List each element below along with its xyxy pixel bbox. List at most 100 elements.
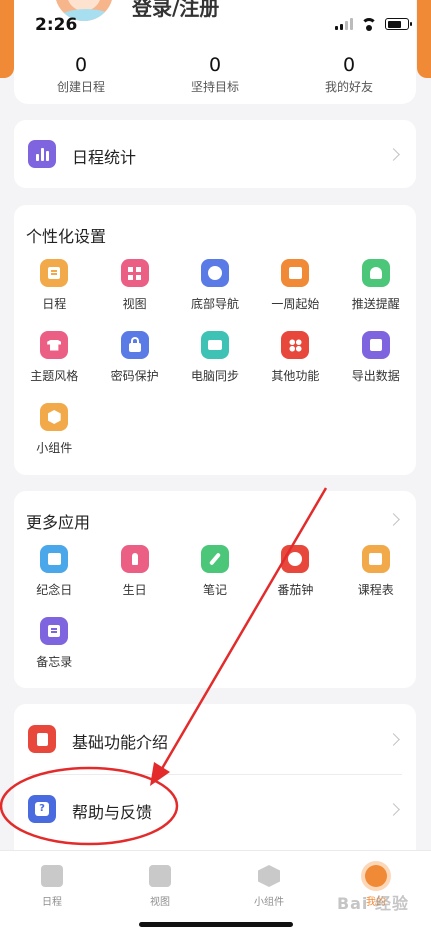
wifi-icon <box>361 18 377 31</box>
grid-item-shirt[interactable]: 主题风格 <box>14 331 94 393</box>
grid-item-label: 电脑同步 <box>190 369 239 383</box>
grid-item-schedule[interactable]: 日程 <box>14 259 94 321</box>
personalization-grid: 日程 视图 底部导航 一周起始 推送提醒主题风格 密码保护 电脑同步 其他功能 导出数据小组件 <box>14 259 416 465</box>
tab-view[interactable]: 视图 <box>130 865 190 908</box>
grid-item-compass[interactable]: 底部导航 <box>175 259 255 321</box>
grid-item-widget[interactable]: 小组件 <box>14 403 94 465</box>
help-feedback-label: 帮助与反馈 <box>72 803 153 822</box>
more-apps-section: 更多应用 纪念日 生日 笔记 番茄钟 课程表备忘录 <box>14 491 416 688</box>
grid-item-bell[interactable]: 推送提醒 <box>336 259 416 321</box>
grid-item-label: 小组件 <box>36 441 73 455</box>
stat-value: 0 <box>342 54 356 76</box>
grid-item-label: 视图 <box>122 297 147 311</box>
stat-label: 创建日程 <box>56 80 105 94</box>
grid-item-calendar[interactable]: 一周起始 <box>255 259 335 321</box>
tab-label: 日程 <box>42 897 62 908</box>
chevron-right-icon <box>387 148 400 161</box>
grid-item-label: 推送提醒 <box>351 297 400 311</box>
chevron-right-icon <box>387 733 400 746</box>
grid-icon <box>120 259 149 287</box>
battery-icon <box>385 18 412 30</box>
stat-label: 坚持目标 <box>190 80 239 94</box>
signal-icon <box>335 18 353 30</box>
widget-icon <box>40 403 69 431</box>
export-icon <box>361 331 390 359</box>
compass-icon <box>200 259 229 287</box>
bar-chart-icon <box>28 140 56 168</box>
candle-icon <box>120 545 149 573</box>
memo-icon <box>40 617 69 645</box>
smile-icon <box>365 865 387 887</box>
pen-icon <box>200 545 229 573</box>
document-icon <box>28 725 56 753</box>
stat-created-schedules[interactable]: 0 创建日程 <box>14 54 148 95</box>
tab-label: 小组件 <box>254 897 284 908</box>
grid-item-label: 生日 <box>122 583 147 597</box>
schedule-stats-row[interactable]: 日程统计 <box>14 120 416 188</box>
tab-label: 视图 <box>150 897 170 908</box>
grid-item-label: 密码保护 <box>110 369 159 383</box>
grid-item-label: 日程 <box>42 297 67 311</box>
grid-item-export[interactable]: 导出数据 <box>336 331 416 393</box>
watermark-logo: Bai 经验 <box>336 894 409 913</box>
grid-item-lock[interactable]: 密码保护 <box>94 331 174 393</box>
help-feedback-row[interactable]: ? 帮助与反馈 <box>14 774 416 844</box>
help-section: 基础功能介绍 ? 帮助与反馈 <box>14 704 416 850</box>
stat-friends[interactable]: 0 我的好友 <box>282 54 416 95</box>
tab-schedule[interactable]: 日程 <box>22 865 82 908</box>
grid-item-anniversary[interactable]: 纪念日 <box>14 545 94 607</box>
chevron-right-icon[interactable] <box>387 513 400 526</box>
grid-item-apps[interactable]: 其他功能 <box>255 331 335 393</box>
chevron-right-icon <box>387 803 400 816</box>
grid-item-pen[interactable]: 笔记 <box>175 545 255 607</box>
cube-icon <box>258 865 280 887</box>
header-accent-left <box>0 0 14 78</box>
personalization-section: 个性化设置 日程 视图 底部导航 一周起始 推送提醒主题风格 密码保护 电脑同步 其他功能 导出… <box>14 205 416 475</box>
stat-label: 我的好友 <box>324 80 373 94</box>
grid-item-label: 其他功能 <box>271 369 320 383</box>
grid-item-label: 番茄钟 <box>277 583 314 597</box>
status-time: 2:26 <box>35 15 78 35</box>
apps-icon <box>281 331 310 359</box>
grid-item-label: 课程表 <box>357 583 394 597</box>
checkbox-icon <box>41 865 63 887</box>
login-register-link[interactable]: 登录/注册 <box>132 0 219 21</box>
lock-icon <box>120 331 149 359</box>
shirt-icon <box>40 331 69 359</box>
grid-item-timetable[interactable]: 课程表 <box>336 545 416 607</box>
grid-item-candle[interactable]: 生日 <box>94 545 174 607</box>
basic-intro-label: 基础功能介绍 <box>72 733 169 752</box>
grid-item-label: 主题风格 <box>30 369 79 383</box>
grid-item-screen[interactable]: 电脑同步 <box>175 331 255 393</box>
section-title: 个性化设置 <box>26 227 107 246</box>
status-icons <box>335 18 412 31</box>
tab-widget[interactable]: 小组件 <box>239 865 299 908</box>
screen-icon <box>200 331 229 359</box>
anniversary-icon <box>40 545 69 573</box>
calendar-icon <box>281 259 310 287</box>
bell-icon <box>361 259 390 287</box>
grid-item-memo[interactable]: 备忘录 <box>14 617 94 679</box>
layout-icon <box>149 865 171 887</box>
schedule-icon <box>40 259 69 287</box>
tomato-icon <box>281 545 310 573</box>
stat-value: 0 <box>208 54 222 76</box>
grid-item-label: 纪念日 <box>36 583 73 597</box>
grid-item-label: 一周起始 <box>271 297 320 311</box>
home-indicator <box>139 922 293 927</box>
grid-item-label: 导出数据 <box>351 369 400 383</box>
grid-item-label: 笔记 <box>202 583 227 597</box>
question-icon: ? <box>28 795 56 823</box>
section-title: 更多应用 <box>26 513 91 532</box>
stat-value: 0 <box>74 54 88 76</box>
grid-item-tomato[interactable]: 番茄钟 <box>255 545 335 607</box>
more-apps-grid: 纪念日 生日 笔记 番茄钟 课程表备忘录 <box>14 545 416 679</box>
header-accent-right <box>417 0 431 78</box>
grid-item-grid[interactable]: 视图 <box>94 259 174 321</box>
grid-item-label: 底部导航 <box>190 297 239 311</box>
schedule-stats-label: 日程统计 <box>72 148 137 167</box>
profile-stats: 0 创建日程 0 坚持目标 0 我的好友 <box>14 54 416 95</box>
timetable-icon <box>361 545 390 573</box>
basic-intro-row[interactable]: 基础功能介绍 <box>14 704 416 774</box>
stat-goals[interactable]: 0 坚持目标 <box>148 54 282 95</box>
